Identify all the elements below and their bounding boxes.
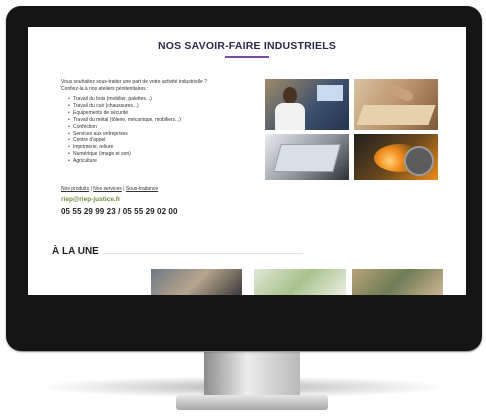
- photo-woodwork: [354, 79, 438, 130]
- link-separator: |: [90, 186, 92, 192]
- monitor-stand-base: [176, 395, 328, 410]
- service-item: Imprimerie, reliure: [68, 144, 181, 151]
- news-thumbnail-2[interactable]: [254, 269, 346, 295]
- service-item: Travail du métal (tôlerie, mécanique, mo…: [68, 117, 181, 124]
- photo-detail: [275, 103, 305, 130]
- a-la-une-heading: À LA UNE: [52, 246, 99, 257]
- intro-line-2: Confiez-la à nos ateliers pénitentiaires…: [61, 85, 149, 92]
- photo-detail: [356, 105, 436, 125]
- news-thumbnail-3[interactable]: [352, 269, 443, 295]
- links-row: Nos produits | Nos services | Sous-trait…: [61, 186, 158, 192]
- photo-metal-grinding: [354, 134, 438, 180]
- monitor-screen: NOS SAVOIR-FAIRE INDUSTRIELS Vous souhai…: [28, 27, 466, 295]
- photo-printing-machine: [265, 134, 349, 180]
- photo-detail: [273, 144, 341, 172]
- photo-worker-smiling: [265, 79, 349, 130]
- link-nos-services[interactable]: Nos services: [93, 186, 122, 192]
- service-item: Agriculture: [68, 158, 181, 165]
- service-item: Travail du cuir (chaussures...): [68, 103, 181, 110]
- title-underline: [225, 56, 269, 58]
- service-item: Equipements de sécurité: [68, 110, 181, 117]
- link-separator: |: [123, 186, 125, 192]
- photo-detail: [283, 87, 297, 104]
- service-item: Confection: [68, 124, 181, 131]
- intro-text: Vous souhaitez sous-traiter une part de …: [61, 79, 241, 92]
- photo-detail: [317, 85, 343, 101]
- photo-detail: [383, 81, 415, 103]
- link-sous-traitance[interactable]: Sous-traitance: [126, 186, 158, 192]
- section-title: NOS SAVOIR-FAIRE INDUSTRIELS: [157, 40, 337, 52]
- phone-numbers: 05 55 29 99 23 / 05 55 29 02 00: [61, 207, 178, 216]
- photo-detail: [404, 146, 434, 176]
- a-la-une-divider: [103, 253, 303, 254]
- news-thumbnail-1[interactable]: [151, 269, 242, 295]
- service-item: Centre d'appel: [68, 137, 181, 144]
- service-item: Travail du bois (mobilier, palettes...): [68, 96, 181, 103]
- email-link[interactable]: riep@riep-justice.fr: [61, 196, 120, 203]
- monitor-stand-neck: [204, 350, 300, 398]
- link-nos-produits[interactable]: Nos produits: [61, 186, 89, 192]
- service-item: Services aux entreprises: [68, 131, 181, 138]
- service-item: Numérique (image et son): [68, 151, 181, 158]
- services-list: Travail du bois (mobilier, palettes...) …: [68, 96, 181, 165]
